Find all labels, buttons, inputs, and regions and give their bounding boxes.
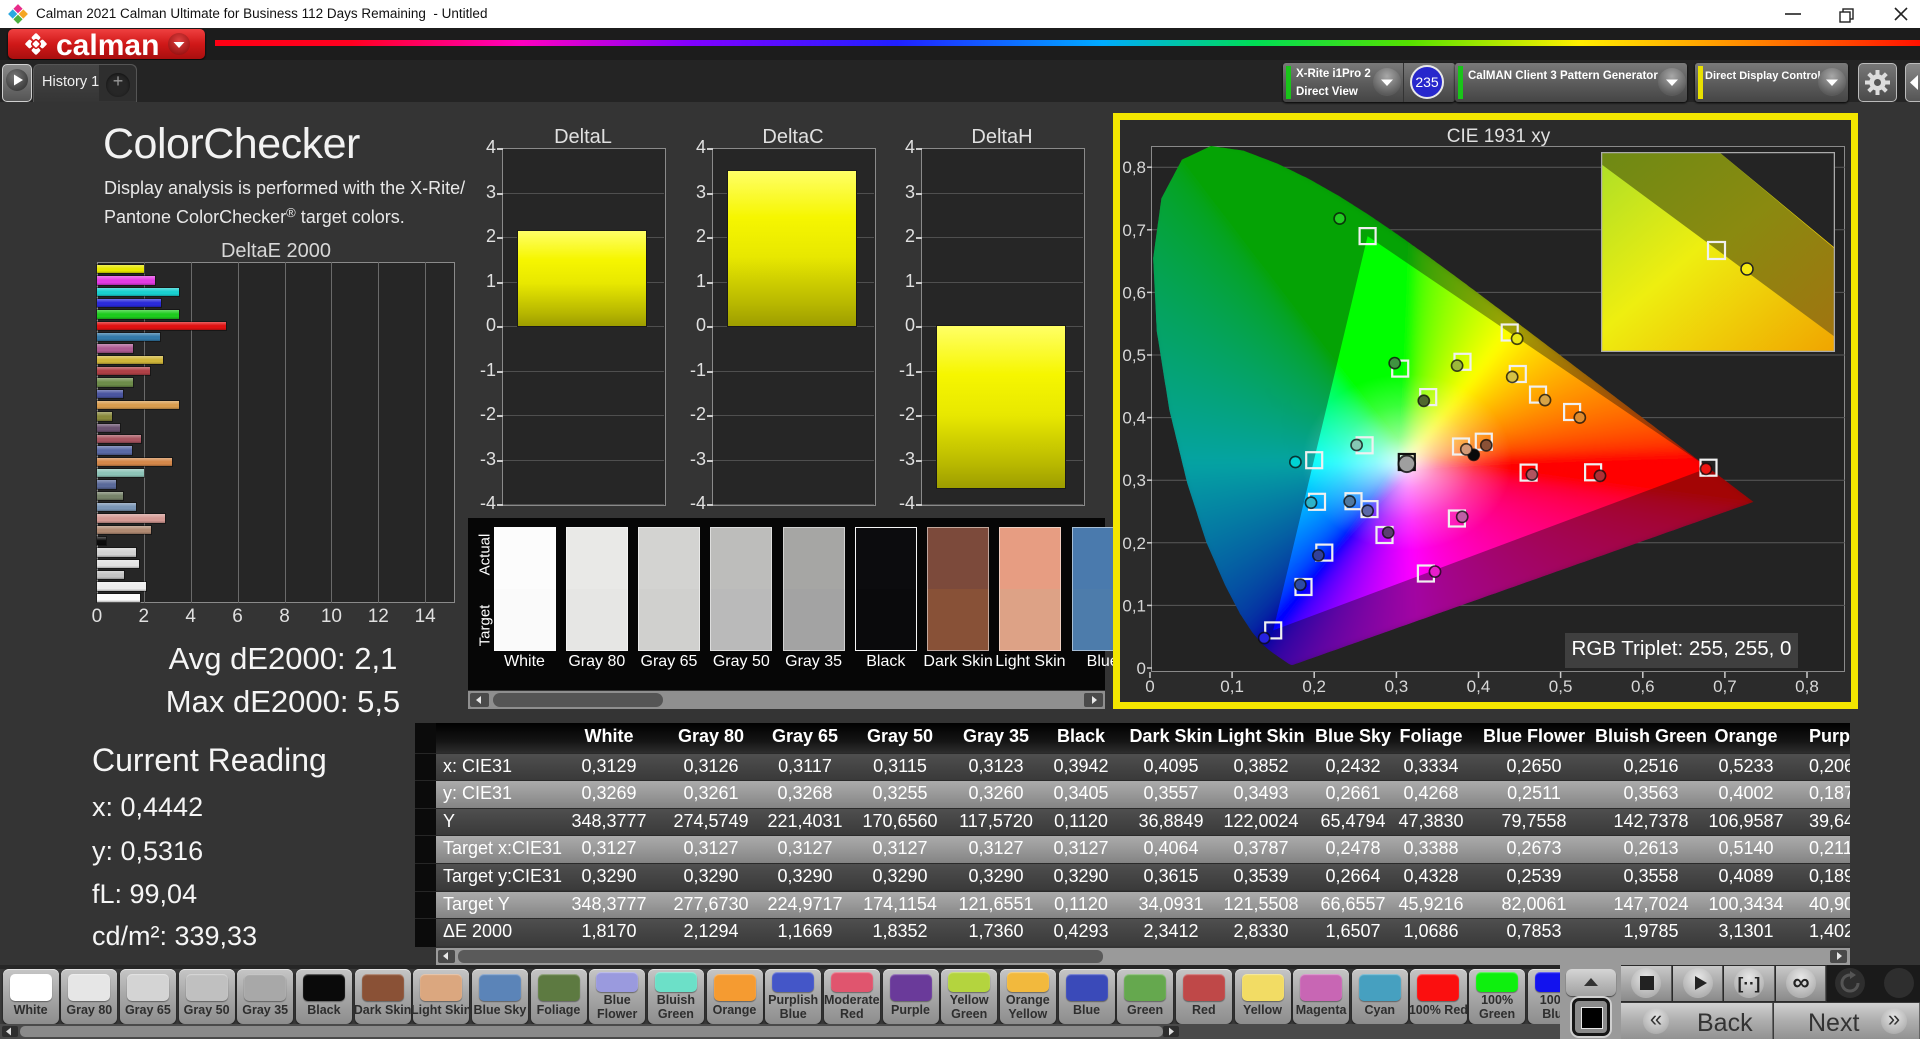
svg-text:0,7: 0,7 xyxy=(1122,221,1146,240)
svg-text:0,8: 0,8 xyxy=(1795,677,1819,696)
svg-text:0,1: 0,1 xyxy=(1122,596,1146,615)
svg-text:0,6: 0,6 xyxy=(1631,677,1655,696)
svg-text:0,3: 0,3 xyxy=(1385,677,1409,696)
svg-text:0: 0 xyxy=(1145,677,1154,696)
svg-text:0: 0 xyxy=(1137,659,1146,678)
svg-text:0,2: 0,2 xyxy=(1302,677,1326,696)
svg-text:0,1: 0,1 xyxy=(1220,677,1244,696)
svg-text:0,6: 0,6 xyxy=(1122,283,1146,302)
svg-text:0,8: 0,8 xyxy=(1122,158,1146,177)
svg-text:0,5: 0,5 xyxy=(1549,677,1573,696)
svg-text:0,4: 0,4 xyxy=(1122,409,1146,428)
svg-text:0,7: 0,7 xyxy=(1713,677,1737,696)
svg-text:0,4: 0,4 xyxy=(1467,677,1491,696)
svg-text:0,5: 0,5 xyxy=(1122,346,1146,365)
svg-text:0,3: 0,3 xyxy=(1122,471,1146,490)
svg-text:0,2: 0,2 xyxy=(1122,534,1146,553)
